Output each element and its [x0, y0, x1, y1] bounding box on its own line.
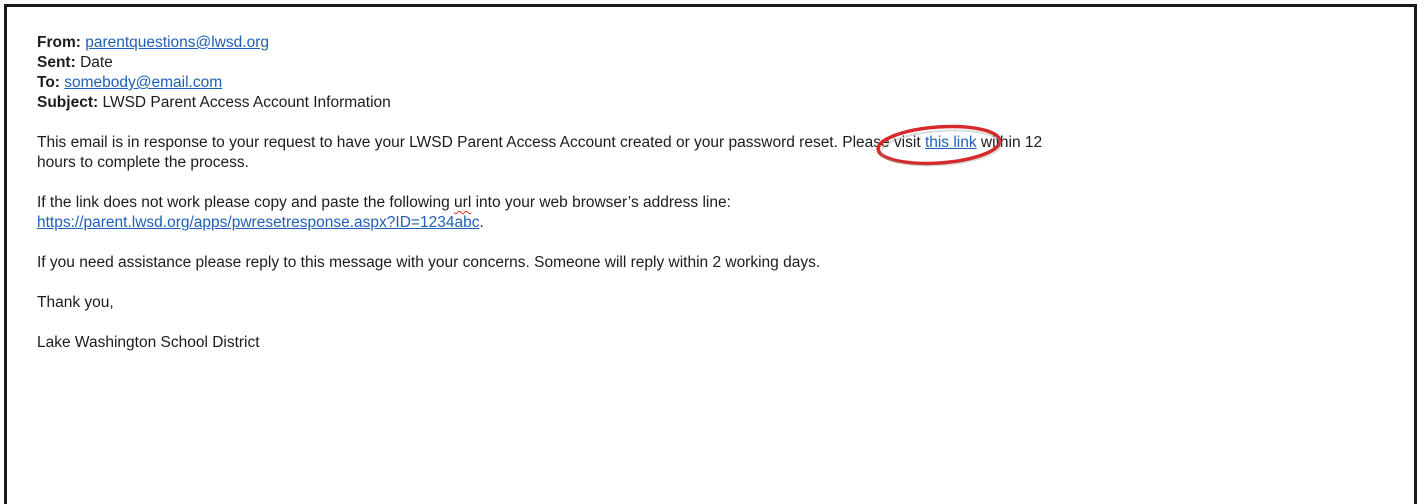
paragraph-line-2: hours to complete the process. [37, 154, 249, 171]
to-address-link[interactable]: somebody@email.com [64, 74, 222, 91]
paragraph-line-2: https://parent.lwsd.org/apps/pwresetresp… [37, 213, 1397, 233]
this-link[interactable]: this link [925, 134, 977, 151]
body-paragraph-signature: Lake Washington School District [37, 333, 1397, 353]
from-address-link[interactable]: parentquestions@lwsd.org [85, 34, 269, 51]
to-line: To: somebody@email.com [37, 73, 1397, 93]
subject-line: Subject: LWSD Parent Access Account Info… [37, 93, 1397, 113]
reset-url-link[interactable]: https://parent.lwsd.org/apps/pwresetresp… [37, 214, 479, 231]
spellcheck-word-url: url [454, 194, 472, 211]
sent-value: Date [80, 54, 113, 71]
from-label: From: [37, 34, 81, 51]
subject-label: Subject: [37, 94, 99, 111]
subject-value: LWSD Parent Access Account Information [102, 94, 391, 111]
request-text: This email is in response to your reques… [37, 134, 925, 151]
url-instruction-text: If the link does not work please copy an… [37, 194, 455, 211]
from-line: From: parentquestions@lwsd.org [37, 33, 1397, 53]
thanks-text: Thank you, [37, 294, 114, 311]
assistance-text: If you need assistance please reply to t… [37, 254, 821, 271]
sent-label: Sent: [37, 54, 76, 71]
circled-link-wrapper: this link [876, 124, 1002, 167]
to-label: To: [37, 74, 60, 91]
body-paragraph-assistance: If you need assistance please reply to t… [37, 253, 1397, 273]
url-period: . [479, 214, 484, 231]
request-text-end: within 12 [976, 134, 1043, 151]
url-instruction-text-end: into your web browser’s address line: [471, 194, 731, 211]
body-paragraph-thanks: Thank you, [37, 293, 1397, 313]
paragraph-line: This email is in response to your reques… [37, 124, 1397, 167]
sent-line: Sent: Date [37, 53, 1397, 73]
email-message: From: parentquestions@lwsd.org Sent: Dat… [37, 33, 1397, 353]
email-window: From: parentquestions@lwsd.org Sent: Dat… [4, 4, 1417, 504]
body-paragraph-url: If the link does not work please copy an… [37, 193, 1397, 233]
signature-text: Lake Washington School District [37, 334, 260, 351]
body-paragraph-request: This email is in response to your reques… [37, 124, 1397, 173]
paragraph-line: If the link does not work please copy an… [37, 193, 1397, 213]
